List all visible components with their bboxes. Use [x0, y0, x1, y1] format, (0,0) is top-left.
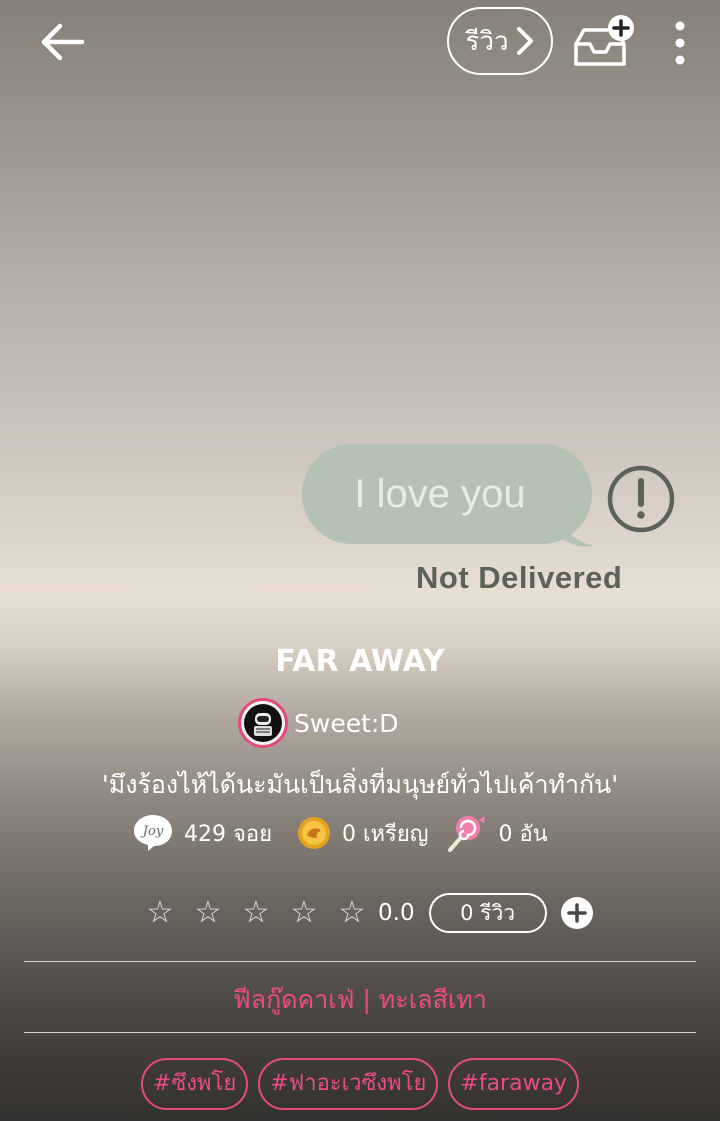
story-title: FAR AWAY — [275, 644, 445, 679]
candy-stat: 0 อัน — [444, 812, 548, 854]
tag-chip[interactable]: #ฟาอะเวซึงพโย — [258, 1058, 439, 1110]
cover-image: I love you Not Delivered — [296, 440, 686, 610]
star-outline-icon[interactable]: ☆ — [232, 890, 280, 936]
tag-chip[interactable]: #faraway — [448, 1058, 580, 1110]
bubble-text: I love you — [354, 472, 526, 516]
tag-list: #ซึงพโย #ฟาอะเวซึงพโย #faraway — [0, 1058, 720, 1114]
coin-count: 0 เหรียญ — [341, 821, 429, 847]
avatar[interactable] — [238, 698, 288, 748]
tag-chip[interactable]: #ซึงพโย — [140, 1058, 249, 1110]
joy-count: 429 จอย — [184, 821, 272, 847]
candy-icon — [448, 816, 486, 852]
star-outline-icon[interactable]: ☆ — [328, 890, 376, 936]
story-category[interactable]: ฟีลกู๊ดคาเฟ่ | ทะเลสีเทา — [0, 980, 720, 1020]
author[interactable]: Sweet:D — [238, 698, 399, 748]
chevron-right-icon — [516, 27, 533, 55]
more-vertical-icon[interactable] — [668, 20, 692, 66]
star-outline-icon[interactable]: ☆ — [280, 890, 328, 936]
inbox-add-icon[interactable] — [570, 14, 638, 74]
author-name[interactable]: Sweet:D — [294, 709, 399, 738]
divider — [24, 961, 696, 962]
rating-score: 0.0 — [378, 900, 415, 926]
coin-icon — [297, 817, 330, 849]
star-outline-icon[interactable]: ☆ — [136, 890, 184, 936]
stats-row: Joy 429 จอย 0 เหรียญ 0 อัน — [132, 810, 548, 856]
joy-stat: Joy 429 จอย — [132, 813, 272, 853]
star-outline-icon[interactable]: ☆ — [184, 890, 232, 936]
coin-stat: 0 เหรียญ — [296, 815, 428, 851]
joy-icon: Joy — [134, 815, 172, 851]
candy-count: 0 อัน — [498, 821, 548, 847]
alert-icon — [607, 465, 675, 533]
top-bar: รีวิว — [0, 0, 720, 90]
plus-circle-icon[interactable] — [560, 897, 593, 929]
svg-text:Joy: Joy — [140, 824, 164, 839]
story-tagline: 'มึงร้องไห้ได้นะมันเป็นสิ่งที่มนุษย์ทั่ว… — [101, 770, 619, 799]
review-count-button[interactable]: 0 รีวิว — [428, 893, 547, 933]
delivery-status: Not Delivered — [416, 560, 623, 595]
divider — [24, 1032, 696, 1033]
avatar-image — [244, 704, 282, 742]
back-arrow-icon[interactable] — [38, 20, 86, 64]
review-button[interactable]: รีวิว — [447, 7, 553, 75]
review-button-label: รีวิว — [465, 26, 509, 57]
rating-row: ☆ ☆ ☆ ☆ ☆ 0.0 0 รีวิว — [136, 890, 593, 936]
